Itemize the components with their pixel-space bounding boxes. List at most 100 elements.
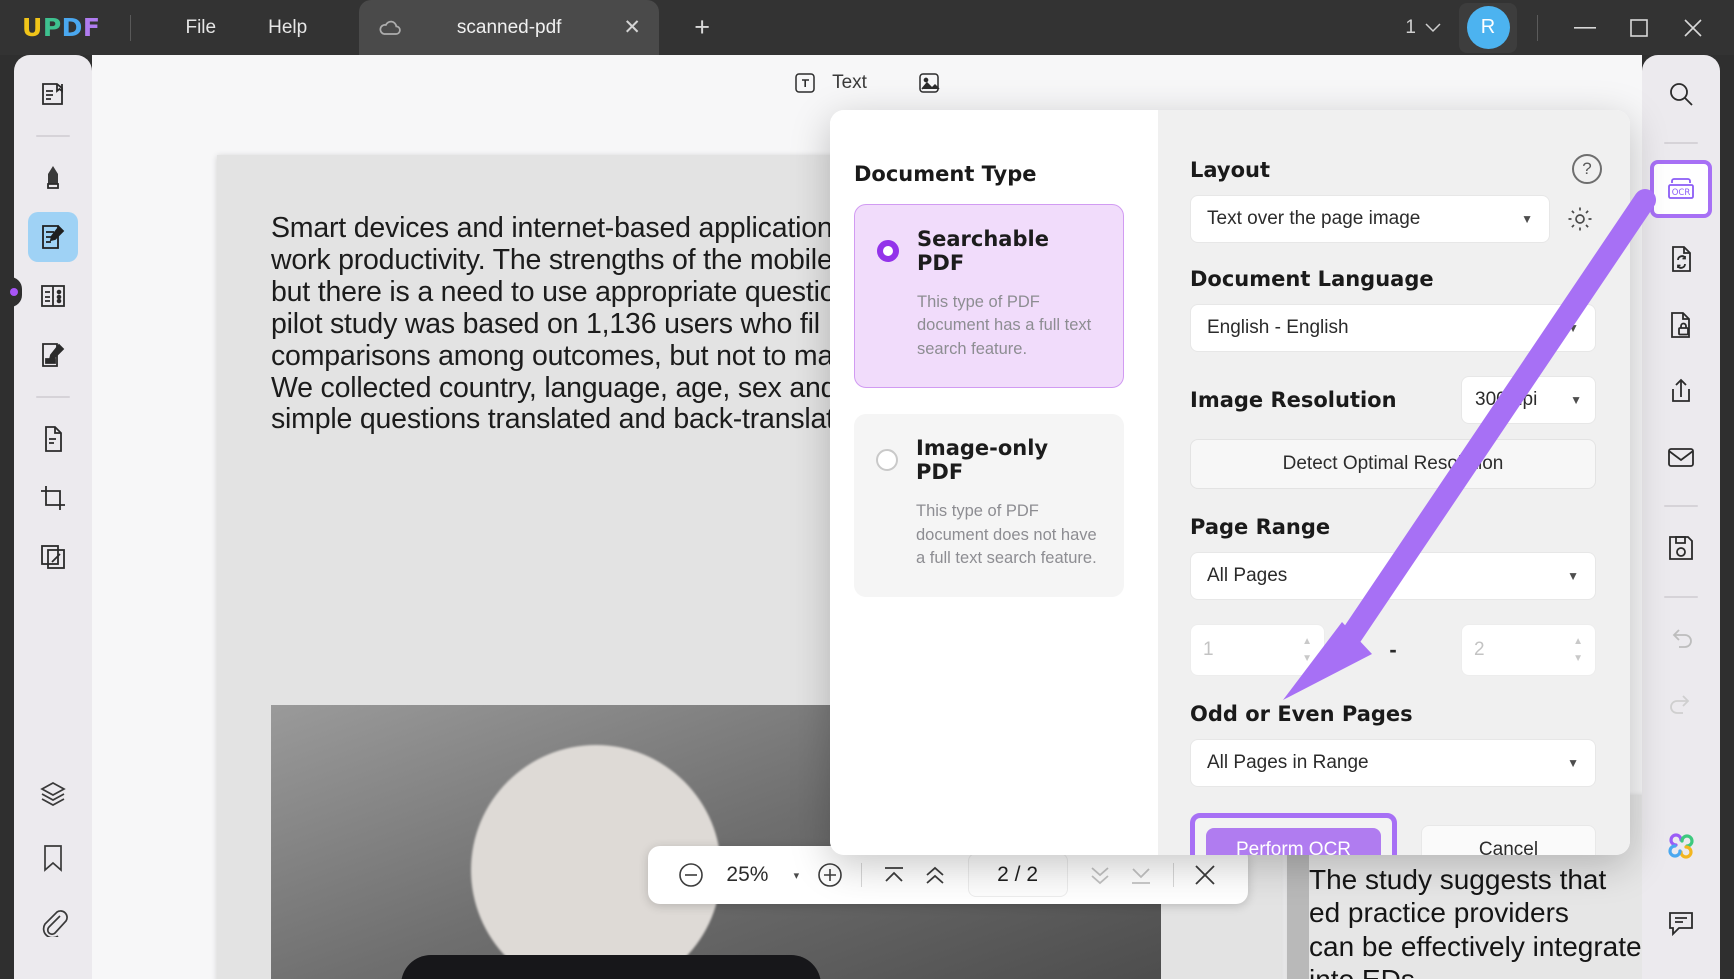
image-resolution-row: Image Resolution 300 dpi ▼	[1190, 376, 1596, 424]
tool-text-label: Text	[832, 72, 867, 94]
pager-divider-2	[1173, 863, 1174, 887]
dialog-document-type-panel: Document Type Searchable PDF This type o…	[830, 110, 1158, 855]
chevron-down-icon	[1425, 23, 1441, 33]
page-indicator[interactable]: 2 / 2	[968, 853, 1068, 897]
last-page-icon[interactable]	[1121, 854, 1162, 896]
chevron-down-icon: ▼	[1570, 393, 1582, 407]
envelope-icon[interactable]	[1656, 432, 1706, 482]
comment-icon[interactable]	[1665, 907, 1697, 939]
stepper-arrows[interactable]: ▲▼	[1302, 637, 1312, 664]
close-icon[interactable]: ✕	[615, 11, 649, 45]
ocr-icon[interactable]: OCR	[1650, 160, 1712, 218]
option-description: This type of PDF document does not have …	[916, 500, 1100, 570]
paperclip-icon[interactable]	[38, 907, 68, 937]
redo-icon[interactable]	[1656, 680, 1706, 730]
dialog-action-buttons: Perform OCR Cancel	[1190, 813, 1596, 855]
document-language-heading: Document Language	[1190, 267, 1596, 291]
app-shell: Text Smart devices and internet-based ap…	[0, 55, 1734, 979]
resolution-value: 300 dpi	[1475, 389, 1537, 411]
sidebar-item-edit[interactable]	[28, 212, 78, 262]
ai-flower-icon[interactable]	[1664, 829, 1698, 863]
ocr-dialog: Document Type Searchable PDF This type o…	[830, 110, 1630, 855]
sidebar-item-convert[interactable]	[28, 414, 78, 464]
search-icon[interactable]	[1656, 69, 1706, 119]
bookmark-icon[interactable]	[40, 843, 66, 873]
close-pager-icon[interactable]	[1185, 854, 1226, 896]
menu-file[interactable]: File	[159, 0, 242, 55]
undo-icon[interactable]	[1656, 614, 1706, 664]
detect-optimal-resolution-button[interactable]: Detect Optimal Resolution	[1190, 439, 1596, 489]
resolution-select[interactable]: 300 dpi ▼	[1461, 376, 1596, 424]
layers-icon[interactable]	[38, 779, 68, 809]
page-range-to-stepper[interactable]: 2 ▲▼	[1461, 624, 1596, 676]
document-type-heading: Document Type	[854, 162, 1124, 186]
zoom-in-button[interactable]	[809, 854, 850, 896]
perform-ocr-button[interactable]: Perform OCR	[1206, 828, 1381, 855]
panel-collapse-handle[interactable]	[8, 277, 22, 307]
gear-icon[interactable]	[1564, 203, 1596, 235]
zoom-out-button[interactable]	[670, 854, 711, 896]
perform-ocr-highlight: Perform OCR	[1190, 813, 1397, 855]
image-tool-icon	[915, 69, 943, 97]
maximize-button[interactable]	[1612, 0, 1666, 55]
account-button[interactable]: R	[1459, 3, 1517, 53]
tool-text[interactable]: Text	[791, 69, 867, 97]
option-searchable-pdf[interactable]: Searchable PDF This type of PDF document…	[854, 204, 1124, 388]
titlebar-divider	[130, 15, 131, 41]
odd-even-select[interactable]: All Pages in Range ▼	[1190, 739, 1596, 787]
left-toolbar	[14, 55, 92, 979]
sidebar-item-organize-pages[interactable]	[28, 532, 78, 582]
page-range-value: All Pages	[1207, 565, 1287, 587]
window-count-value: 1	[1405, 17, 1416, 39]
option-header: Image-only PDF	[876, 436, 1100, 484]
text-tool-icon	[791, 69, 819, 97]
cancel-button[interactable]: Cancel	[1421, 825, 1596, 855]
language-value: English - English	[1207, 317, 1349, 339]
doc-line: can be effectively integrated	[1309, 930, 1642, 964]
left-rail-bottom	[38, 779, 68, 979]
radio-selected-icon[interactable]	[877, 240, 899, 262]
document-tab[interactable]: scanned-pdf ✕	[359, 0, 659, 55]
next-page-icon[interactable]	[1080, 854, 1121, 896]
chevron-down-icon: ▼	[1567, 756, 1579, 770]
dialog-settings-panel: ? Layout Text over the page image ▼ Docu	[1158, 110, 1630, 855]
range-dash: -	[1325, 637, 1461, 663]
option-image-only-pdf[interactable]: Image-only PDF This type of PDF document…	[854, 414, 1124, 596]
minimize-button[interactable]	[1558, 0, 1612, 55]
edit-toolbar: Text	[92, 55, 1642, 111]
document-lock-icon[interactable]	[1656, 300, 1706, 350]
menu-help[interactable]: Help	[242, 0, 333, 55]
convert-file-icon[interactable]	[1656, 234, 1706, 284]
question-mark-icon[interactable]: ?	[1572, 154, 1602, 184]
image-resolution-heading: Image Resolution	[1190, 388, 1397, 412]
language-select[interactable]: English - English ▼	[1190, 304, 1596, 352]
zoom-level-value[interactable]: 25%	[711, 863, 784, 887]
tab-title: scanned-pdf	[403, 17, 615, 39]
share-upload-icon[interactable]	[1656, 366, 1706, 416]
first-page-icon[interactable]	[873, 854, 914, 896]
chevron-down-icon: ▼	[1567, 569, 1579, 583]
window-count[interactable]: 1	[1405, 17, 1441, 39]
sidebar-item-reader[interactable]	[28, 69, 78, 119]
sidebar-item-sign[interactable]	[28, 330, 78, 380]
radio-unselected-icon[interactable]	[876, 449, 898, 471]
chevron-down-icon[interactable]: ▾	[784, 869, 809, 882]
layout-value: Text over the page image	[1207, 208, 1420, 230]
new-tab-button[interactable]: +	[685, 12, 719, 43]
page-range-heading: Page Range	[1190, 515, 1596, 539]
prev-page-icon[interactable]	[914, 854, 955, 896]
layout-select[interactable]: Text over the page image ▼	[1190, 195, 1550, 243]
sidebar-item-annotate[interactable]	[28, 153, 78, 203]
updf-logo[interactable]: UPDF	[22, 15, 100, 40]
option-description: This type of PDF document has a full tex…	[917, 291, 1099, 361]
tool-image[interactable]	[915, 69, 943, 97]
title-bar: UPDF File Help scanned-pdf ✕ + 1 R	[0, 0, 1734, 55]
page-range-row: All Pages ▼	[1190, 552, 1596, 600]
page-range-from-stepper[interactable]: 1 ▲▼	[1190, 624, 1325, 676]
stepper-arrows[interactable]: ▲▼	[1573, 637, 1583, 664]
close-window-button[interactable]	[1666, 0, 1720, 55]
sidebar-item-crop[interactable]	[28, 473, 78, 523]
page-range-select[interactable]: All Pages ▼	[1190, 552, 1596, 600]
sidebar-item-form[interactable]	[28, 271, 78, 321]
floppy-save-icon[interactable]	[1656, 523, 1706, 573]
